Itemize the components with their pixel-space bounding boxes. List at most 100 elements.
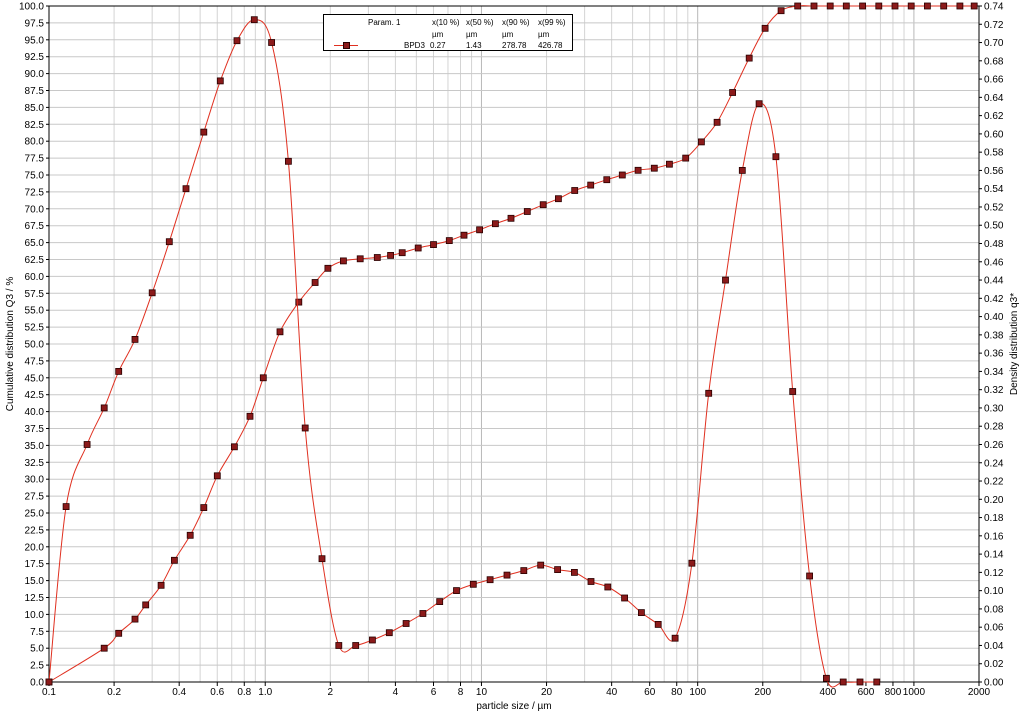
density-point <box>873 678 881 686</box>
y2-tick-label: 0.06 <box>984 623 1004 634</box>
y2-tick-label: 0.58 <box>984 148 1004 159</box>
cumulative-point <box>100 644 108 652</box>
x-tick-label: 6 <box>431 687 437 698</box>
cumulative-point <box>618 171 626 179</box>
cumulative-point <box>571 187 579 194</box>
cumulative-point <box>213 472 221 480</box>
y2-tick-label: 0.26 <box>984 440 1004 451</box>
grid-lines <box>48 5 980 683</box>
legend-unit-x10: µm <box>432 30 444 39</box>
cumulative-point <box>761 24 769 32</box>
cumulative-point <box>907 2 915 10</box>
density-series <box>45 16 881 688</box>
x-tick-label: 0.2 <box>107 687 121 698</box>
y2-tick-label: 0.74 <box>984 2 1004 13</box>
cumulative-point <box>682 154 690 162</box>
cumulative-point <box>131 615 139 623</box>
cumulative-point <box>339 257 347 265</box>
legend-row-label: BPD3 <box>404 41 425 50</box>
y2-tick-label: 0.46 <box>984 257 1004 268</box>
cumulative-point <box>398 249 406 257</box>
x-tick-label: 2 <box>328 687 334 698</box>
cumulative-point <box>186 531 194 539</box>
x-tick-label: 1000 <box>903 687 926 698</box>
cumulative-point <box>430 241 437 249</box>
y2-tick-label: 0.18 <box>984 513 1004 524</box>
density-point <box>115 367 123 375</box>
cumulative-point <box>810 2 818 10</box>
y2-tick-label: 0.40 <box>984 312 1004 323</box>
y-tick-label: 55.0 <box>25 306 45 317</box>
cumulative-point <box>491 220 499 228</box>
cumulative-point <box>875 2 883 10</box>
right-axis-ticks: 0.000.020.040.060.080.100.120.140.160.18… <box>979 2 1004 689</box>
legend-col-x90: x(90 %) <box>502 18 530 27</box>
y2-tick-label: 0.52 <box>984 202 1004 213</box>
x-tick-label: 0.8 <box>237 687 251 698</box>
x-tick-label: 400 <box>820 687 837 698</box>
density-point <box>587 578 595 585</box>
y2-tick-label: 0.08 <box>984 604 1004 615</box>
density-point <box>789 388 797 395</box>
cumulative-point <box>476 226 484 234</box>
density-point <box>182 185 190 193</box>
x-tick-label: 8 <box>458 687 464 698</box>
legend-marker-sample <box>343 42 350 49</box>
x-tick-label: 40 <box>606 687 618 698</box>
x-tick-label: 0.4 <box>172 687 186 698</box>
legend-unit-x99: µm <box>538 30 550 39</box>
y-tick-label: 10.0 <box>25 610 45 621</box>
cumulative-point <box>924 2 931 10</box>
density-point <box>604 583 612 591</box>
y-tick-label: 90.0 <box>25 69 45 80</box>
density-point <box>335 642 343 649</box>
density-point <box>284 157 292 165</box>
density-point <box>368 636 376 644</box>
cumulative-point <box>634 166 642 174</box>
legend-col-x99: x(99 %) <box>538 18 566 27</box>
cumulative-point <box>324 264 332 272</box>
cumulative-point <box>460 231 468 239</box>
y-tick-label: 92.5 <box>25 52 45 63</box>
density-point <box>233 37 241 45</box>
y2-tick-label: 0.64 <box>984 93 1004 104</box>
x-tick-label: 0.1 <box>42 687 56 698</box>
cumulative-point <box>940 2 948 10</box>
left-axis-ticks: 0.02.55.07.510.012.515.017.520.022.525.0… <box>19 2 49 689</box>
y2-tick-label: 0.68 <box>984 56 1004 67</box>
y2-tick-label: 0.20 <box>984 495 1004 506</box>
cumulative-point <box>650 164 658 172</box>
y-tick-label: 35.0 <box>25 441 45 452</box>
y-tick-label: 50.0 <box>25 340 45 351</box>
cumulative-point <box>356 255 364 263</box>
density-point <box>419 610 427 617</box>
y-tick-label: 17.5 <box>25 559 45 570</box>
cumulative-point <box>387 251 395 259</box>
y2-tick-label: 0.42 <box>984 294 1004 305</box>
y-tick-label: 42.5 <box>25 390 45 401</box>
density-point <box>839 678 847 686</box>
cumulative-point <box>729 89 736 96</box>
cumulative-point <box>445 237 453 245</box>
x-axis-ticks: 0.1 0.2 0.4 0.6 0.8 1.0 2 4 6 8 10 20 40 60 80 100 200 40… <box>42 682 991 698</box>
cumulative-point <box>200 504 208 512</box>
density-point <box>554 566 561 573</box>
x-tick-label: 800 <box>885 687 902 698</box>
y2-tick-label: 0.10 <box>984 586 1004 597</box>
cumulative-point <box>666 160 673 168</box>
x-tick-label: 60 <box>644 687 656 698</box>
y-tick-label: 15.0 <box>25 576 45 587</box>
y-tick-label: 95.0 <box>25 35 45 46</box>
y2-tick-label: 0.60 <box>984 129 1004 140</box>
cumulative-point <box>170 556 178 564</box>
y-tick-label: 85.0 <box>25 103 45 114</box>
y-tick-label: 12.5 <box>25 593 45 604</box>
density-point <box>520 567 528 574</box>
density-point <box>200 128 208 136</box>
x-tick-label: 0.6 <box>210 687 224 698</box>
x-tick-label: 10 <box>476 687 488 698</box>
density-point <box>705 389 713 397</box>
cumulative-point <box>745 54 753 62</box>
density-point <box>62 503 70 511</box>
cumulative-point <box>507 214 515 222</box>
